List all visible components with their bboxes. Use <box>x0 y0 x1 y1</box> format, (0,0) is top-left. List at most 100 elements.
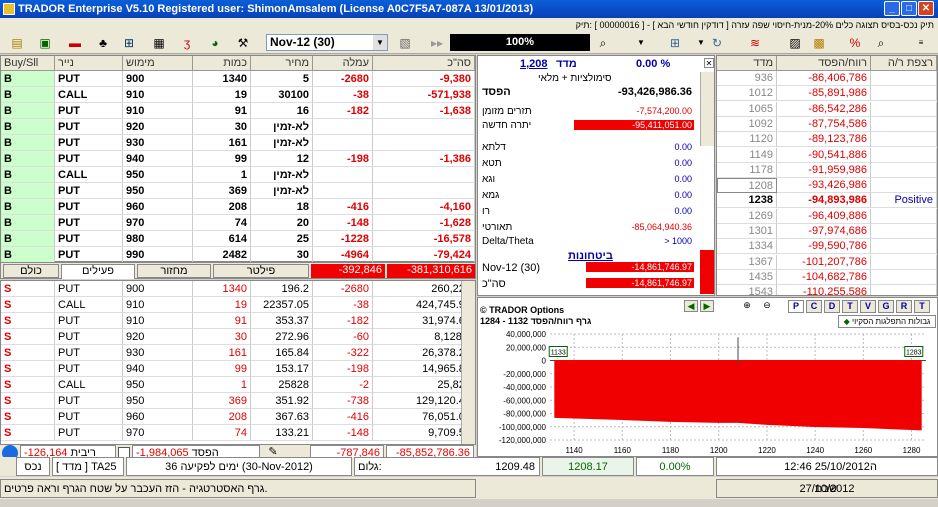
summary-row-value: > 1000 <box>664 236 692 246</box>
table-cell[interactable]: לא-זמין <box>251 135 313 151</box>
col-header[interactable]: מדד <box>717 56 777 71</box>
table-cell[interactable]: 25 <box>251 231 313 247</box>
zoom-in-icon[interactable]: ⊕ <box>740 300 754 312</box>
table-cell: 950 <box>123 167 193 183</box>
table-cell: PUT <box>55 345 123 361</box>
table-cell: 153.17 <box>251 361 313 377</box>
close-button[interactable]: ✕ <box>918 1 934 16</box>
chart-tab[interactable]: V <box>860 300 876 313</box>
table-cell[interactable]: 12 <box>251 151 313 167</box>
chart-next-button[interactable]: ▶ <box>700 300 714 312</box>
x-tick-label: 1240 <box>806 446 824 455</box>
scenario-cell: 1065 <box>717 101 777 117</box>
zoom-icon[interactable]: ⌕ <box>872 34 890 52</box>
menu-bar[interactable]: תיק נכס-בסיס תצוגה כלים 20%-מנית-חיסוי ש… <box>0 18 938 32</box>
collateral-header: ביטחונות <box>568 250 613 262</box>
col-header[interactable]: רווח/הפסד <box>777 56 871 71</box>
table-cell[interactable]: 20 <box>251 215 313 231</box>
table-cell[interactable]: 16 <box>251 103 313 119</box>
options-icon[interactable]: ▧ <box>396 34 414 52</box>
table-cell[interactable]: 5 <box>251 71 313 87</box>
table-cell: B <box>1 119 55 135</box>
table-cell: 133.21 <box>251 425 313 441</box>
calculator-icon[interactable]: ▦ <box>150 34 168 52</box>
chart-tab[interactable]: G <box>878 300 894 313</box>
summary-scrollbar[interactable] <box>700 72 714 146</box>
panel-close-icon[interactable]: ✕ <box>704 58 714 68</box>
globe-icon[interactable]: ◕ <box>206 34 224 52</box>
tools-icon[interactable]: ⚒ <box>234 34 252 52</box>
col-header[interactable]: רצפת ר/ה <box>871 56 937 71</box>
filter-button[interactable]: פילטר <box>213 264 309 278</box>
col-header[interactable]: מימוש <box>123 56 193 71</box>
col-header[interactable]: עמלה <box>313 56 373 71</box>
table-cell: B <box>1 103 55 119</box>
tab-turnover[interactable]: מחזור <box>137 264 211 278</box>
chart-tab[interactable]: P <box>788 300 804 313</box>
expiry-date: (30-Nov-2012) <box>241 461 313 473</box>
minimize-button[interactable]: _ <box>884 1 900 16</box>
chart-tab[interactable]: D <box>824 300 840 313</box>
table-cell: 74 <box>193 215 251 231</box>
table-cell: S <box>1 345 55 361</box>
chart-tab[interactable]: C <box>806 300 822 313</box>
zoom-out-icon[interactable]: ⊖ <box>760 300 774 312</box>
pl-chart[interactable]: 40,000,000 20,000,000 0 -20,000,000 -40,000,… <box>478 328 937 458</box>
total-sum: -381,310,616 <box>387 264 475 278</box>
table-cell[interactable]: לא-זמין <box>251 167 313 183</box>
network-icon[interactable]: ⊞ <box>120 34 138 52</box>
col-header[interactable]: מחיר <box>251 56 313 71</box>
table-cell: 900 <box>123 281 193 297</box>
table-cell: 19 <box>193 87 251 103</box>
summary-row-value: -95,411,051.00 <box>574 120 694 130</box>
tile-icon[interactable]: ▨ <box>786 34 804 52</box>
table-cell: PUT <box>55 231 123 247</box>
percent-icon[interactable]: % <box>846 34 864 52</box>
col-header[interactable]: סה"כ <box>373 56 475 71</box>
scenario-grid: מדד רווח/הפסד רצפת ר/ה 936 -86,406,786 1012 -8… <box>716 55 938 296</box>
table-cell[interactable]: לא-זמין <box>251 119 313 135</box>
chart-prev-button[interactable]: ◀ <box>684 300 698 312</box>
users-icon[interactable]: ♣ <box>94 34 112 52</box>
table-cell[interactable]: 18 <box>251 199 313 215</box>
table-cell[interactable]: 30 <box>251 247 313 263</box>
title-bar: TRADOR Enterprise V5.10 Registered user:… <box>0 0 938 18</box>
search-icon[interactable]: ⌕ <box>594 34 612 52</box>
chart-tab[interactable]: T <box>914 300 930 313</box>
dropdown-icon[interactable]: ▼ <box>632 34 650 52</box>
table-cell[interactable]: 30100 <box>251 87 313 103</box>
chevron-down-icon[interactable]: ▼ <box>373 35 387 50</box>
days-to-expiry-label: ימים לפקיעה <box>180 461 239 473</box>
expiry-select[interactable]: Nov-12 (30) ▼ <box>266 34 388 51</box>
chart-tab[interactable]: T <box>842 300 858 313</box>
col-header[interactable]: Buy/Sll <box>1 56 55 71</box>
tab-all[interactable]: כולם <box>3 264 59 278</box>
maximize-button[interactable]: □ <box>901 1 917 16</box>
bottom-grid-scrollbar[interactable] <box>461 281 475 444</box>
refresh-icon[interactable]: ↻ <box>708 34 726 52</box>
table-cell: PUT <box>55 183 123 199</box>
y-tick-label: 0 <box>542 357 547 366</box>
table-cell <box>373 183 475 199</box>
graph-icon[interactable]: ≋ <box>746 34 764 52</box>
chart-tab[interactable]: R <box>896 300 912 313</box>
table-cell[interactable]: לא-זמין <box>251 183 313 199</box>
car-icon[interactable]: ▬ <box>66 34 84 52</box>
loss-row-value: -93,426,986.36 <box>617 86 692 98</box>
col-header[interactable]: כמות <box>193 56 251 71</box>
chart-icon[interactable]: ʒ <box>178 34 196 52</box>
folder-icon[interactable]: ▤ <box>8 34 26 52</box>
col-header[interactable]: נייר <box>55 56 123 71</box>
collapse-icon[interactable]: ≡ <box>912 34 930 52</box>
table-cell: 367.63 <box>251 409 313 425</box>
forward-icon[interactable]: ▸▸ <box>428 34 446 52</box>
status-change: 0.00% <box>636 457 714 476</box>
table-cell: -571,938 <box>373 87 475 103</box>
scenario-cell: 1092 <box>717 116 777 132</box>
table-cell: S <box>1 313 55 329</box>
portfolio-icon[interactable]: ▣ <box>36 34 54 52</box>
table-cell: -182 <box>313 103 373 119</box>
tab-active[interactable]: פעילים <box>61 264 135 279</box>
calendar-icon[interactable]: ▩ <box>810 34 828 52</box>
grid-icon[interactable]: ⊞ <box>666 34 684 52</box>
